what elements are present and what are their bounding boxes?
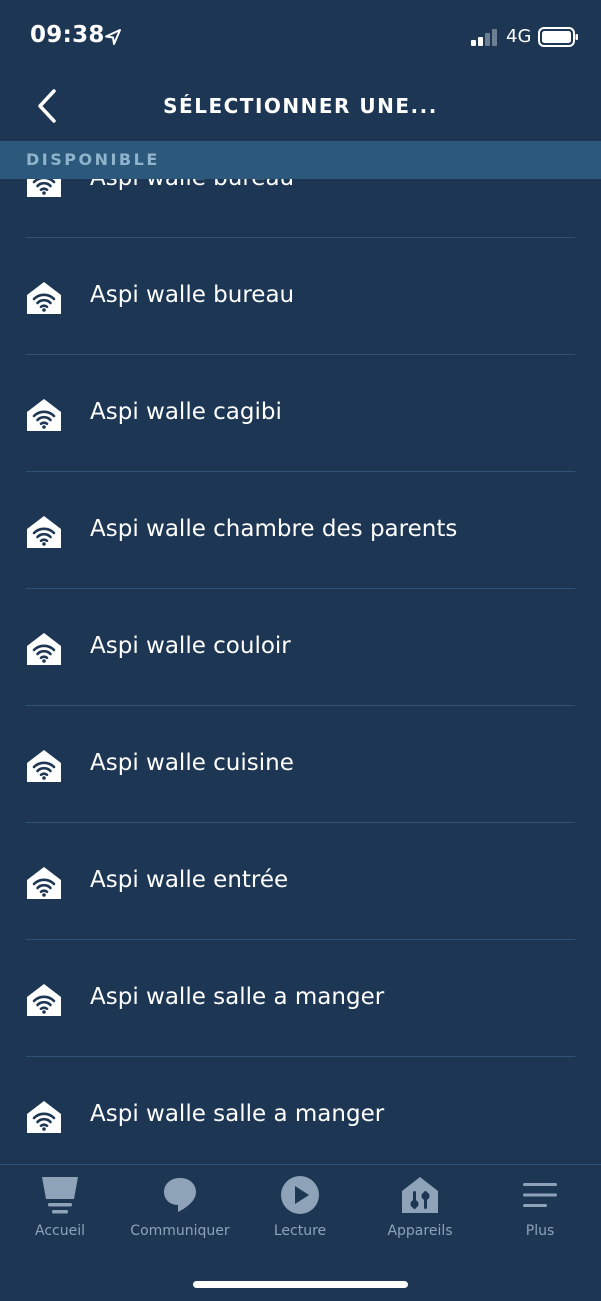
device-list-item[interactable]: Aspi walle couloir xyxy=(0,589,601,706)
smart-home-wifi-icon xyxy=(26,982,62,1018)
page-title: SÉLECTIONNER UNE... xyxy=(163,94,438,118)
tab-label-communiquer: Communiquer xyxy=(130,1223,230,1239)
device-label: Aspi walle entrée xyxy=(90,867,289,893)
smart-home-wifi-icon xyxy=(26,748,62,784)
section-header-label: DISPONIBLE xyxy=(26,150,160,169)
home-icon xyxy=(42,1177,78,1214)
chat-bubble-icon xyxy=(164,1178,196,1212)
tab-communiquer[interactable]: Communiquer xyxy=(120,1165,240,1255)
device-list[interactable]: Aspi walle bureau Aspi walle bureau Aspi w… xyxy=(0,179,601,1164)
device-label: Aspi walle cuisine xyxy=(90,750,294,776)
device-list-item[interactable]: Aspi walle chambre des parents xyxy=(0,472,601,589)
status-time: 09:38 xyxy=(30,22,105,48)
device-label: Aspi walle salle a manger xyxy=(90,1101,385,1127)
device-list-item[interactable]: Aspi walle salle a manger xyxy=(0,1057,601,1164)
home-indicator[interactable] xyxy=(193,1281,408,1288)
tab-appareils[interactable]: Appareils xyxy=(360,1165,480,1255)
status-bar: 09:38 4G xyxy=(0,0,601,74)
device-label: Aspi walle bureau xyxy=(90,282,295,308)
device-label: Aspi walle bureau xyxy=(90,179,294,191)
device-list-item[interactable]: Aspi walle bureau xyxy=(0,179,601,238)
smart-home-wifi-icon xyxy=(26,280,62,316)
location-arrow-icon xyxy=(105,29,121,45)
smart-home-wifi-icon xyxy=(26,397,62,433)
device-list-item[interactable]: Aspi walle bureau xyxy=(0,238,601,355)
device-label: Aspi walle chambre des parents xyxy=(90,516,458,542)
tab-label-plus: Plus xyxy=(525,1223,555,1239)
device-list-item[interactable]: Aspi walle cagibi xyxy=(0,355,601,472)
tab-label-appareils: Appareils xyxy=(387,1223,453,1239)
smart-home-wifi-icon xyxy=(26,514,62,550)
device-list-content: Aspi walle bureau Aspi walle bureau Aspi w… xyxy=(0,179,601,1164)
tab-lecture[interactable]: Lecture xyxy=(240,1165,360,1255)
device-label: Aspi walle couloir xyxy=(90,633,291,659)
tab-label-lecture: Lecture xyxy=(273,1223,327,1239)
device-label: Aspi walle salle a manger xyxy=(90,984,385,1010)
screen: 09:38 4G SÉLECTIONNER UNE... DISPONIBLE … xyxy=(0,0,601,1301)
smart-home-wifi-icon xyxy=(26,1099,62,1135)
device-label: Aspi walle cagibi xyxy=(90,399,282,425)
navigation-bar: SÉLECTIONNER UNE... xyxy=(0,74,601,140)
network-type: 4G xyxy=(506,26,532,47)
device-list-item[interactable]: Aspi walle entrée xyxy=(0,823,601,940)
device-list-item[interactable]: Aspi walle cuisine xyxy=(0,706,601,823)
play-icon xyxy=(281,1176,319,1214)
tab-plus[interactable]: Plus xyxy=(480,1165,600,1255)
battery-icon xyxy=(538,27,578,47)
smart-home-icon xyxy=(402,1177,438,1213)
smart-home-wifi-icon xyxy=(26,631,62,667)
smart-home-wifi-icon xyxy=(26,865,62,901)
menu-icon xyxy=(523,1183,557,1207)
section-header: DISPONIBLE xyxy=(0,141,601,179)
tab-bar: Accueil Communiquer Lecture Appareils Pl… xyxy=(0,1164,601,1301)
smart-home-wifi-icon xyxy=(26,179,62,199)
cellular-signal-icon xyxy=(471,29,497,46)
tab-accueil[interactable]: Accueil xyxy=(0,1165,120,1255)
device-list-item[interactable]: Aspi walle salle a manger xyxy=(0,940,601,1057)
